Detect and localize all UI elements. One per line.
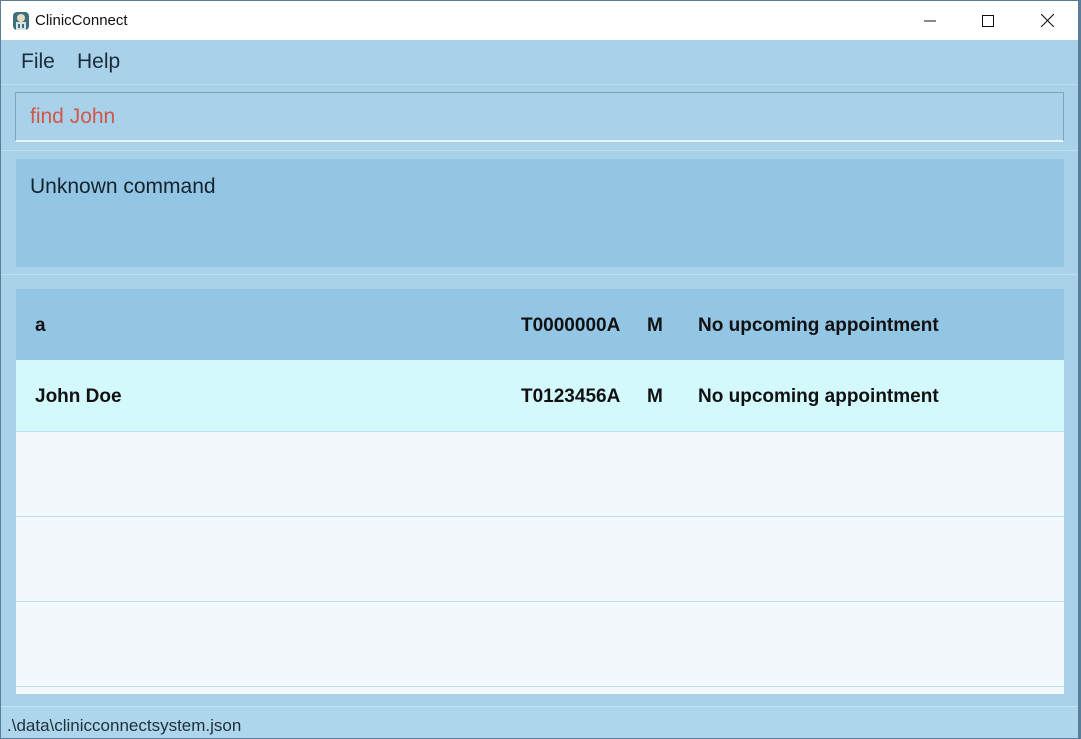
patient-appointment: No upcoming appointment xyxy=(698,315,939,336)
command-input[interactable] xyxy=(15,92,1064,142)
patient-list[interactable]: a T0000000A M No upcoming appointment Jo… xyxy=(16,289,1064,694)
patient-nric: T0000000A xyxy=(521,315,621,336)
menu-file[interactable]: File xyxy=(21,50,55,74)
empty-list-row xyxy=(16,516,1064,601)
clinic-app-icon xyxy=(12,11,30,31)
patient-appointment: No upcoming appointment xyxy=(698,386,939,407)
menu-help[interactable]: Help xyxy=(77,50,120,74)
patient-sex: M xyxy=(647,315,663,336)
empty-list-row xyxy=(16,686,1064,694)
menu-bar: File Help xyxy=(1,40,1078,85)
maximize-icon xyxy=(982,14,994,27)
patient-row[interactable]: a T0000000A M No upcoming appointment xyxy=(16,289,1064,360)
command-box xyxy=(1,85,1078,151)
result-message: Unknown command xyxy=(16,159,1064,267)
patient-name: a xyxy=(35,315,46,336)
empty-list-row xyxy=(16,601,1064,686)
maximize-button[interactable] xyxy=(959,1,1017,40)
patient-list-panel: a T0000000A M No upcoming appointment Jo… xyxy=(1,275,1078,706)
patient-sex: M xyxy=(647,386,663,407)
close-icon xyxy=(1040,14,1054,27)
window-title: ClinicConnect xyxy=(35,12,128,29)
minimize-button[interactable] xyxy=(901,1,959,40)
patient-nric: T0123456A xyxy=(521,386,621,407)
patient-row[interactable]: John Doe T0123456A M No upcoming appoint… xyxy=(16,360,1064,431)
empty-list-row xyxy=(16,431,1064,516)
close-button[interactable] xyxy=(1018,1,1076,40)
minimize-icon xyxy=(924,20,936,21)
data-file-path: .\data\clinicconnectsystem.json xyxy=(7,716,242,735)
app-window: ClinicConnect File Help Unknown command xyxy=(0,0,1081,739)
title-bar: ClinicConnect xyxy=(1,1,1078,40)
patient-name: John Doe xyxy=(35,386,122,407)
status-bar: .\data\clinicconnectsystem.json xyxy=(1,706,1078,738)
result-display: Unknown command xyxy=(1,151,1078,275)
